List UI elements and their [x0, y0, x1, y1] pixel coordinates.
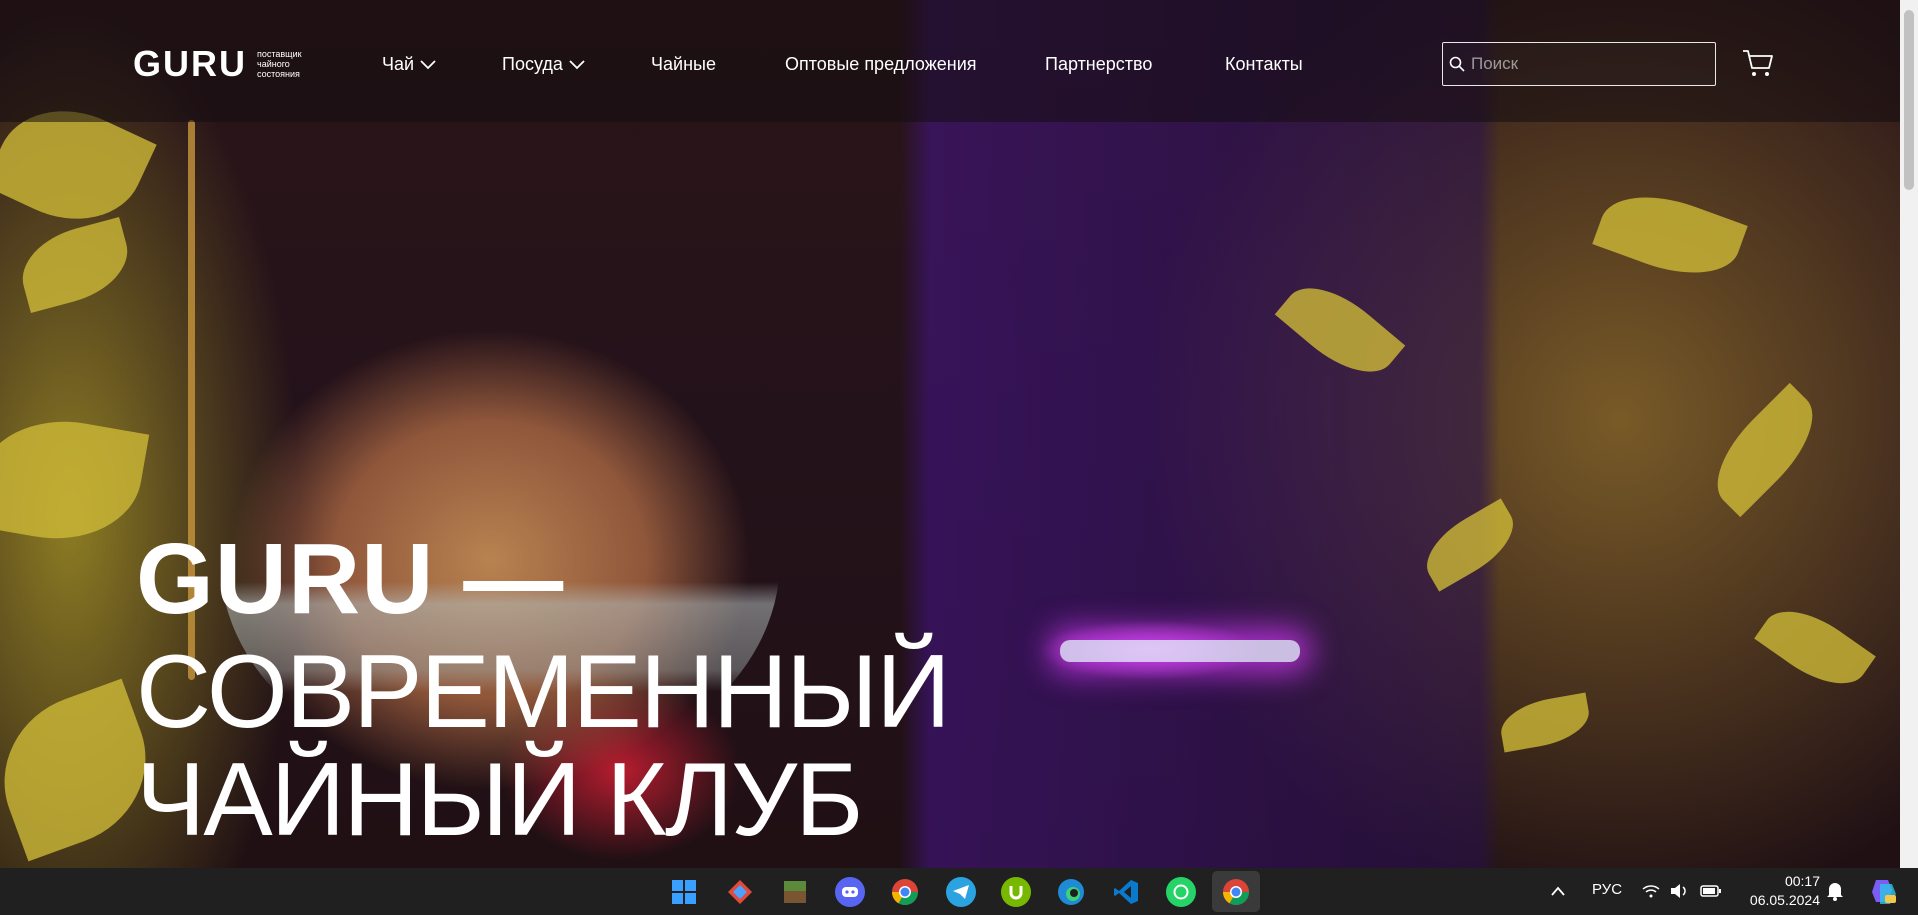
nav-item-dishes[interactable]: Посуда — [502, 52, 585, 76]
git-tool-icon[interactable] — [725, 877, 755, 907]
site-header: GURU поставщик чайного состояния Чай Пос… — [0, 0, 1900, 122]
hero-title-line2: СОВРЕМЕННЫЙ — [136, 634, 951, 750]
notification-bell-icon[interactable] — [1826, 881, 1844, 901]
whatsapp-icon[interactable] — [1166, 877, 1196, 907]
battery-icon[interactable] — [1700, 883, 1722, 899]
nav-item-partnership[interactable]: Партнерство — [1045, 52, 1152, 76]
utorrent-icon[interactable] — [1001, 877, 1031, 907]
clock-time: 00:17 — [1784, 873, 1820, 889]
page-scrollbar[interactable] — [1900, 0, 1918, 868]
hero-leaf — [1592, 178, 1748, 292]
windows-start-icon[interactable] — [669, 877, 699, 907]
discord-icon[interactable] — [835, 877, 865, 907]
clock-date: 06.05.2024 — [1749, 892, 1820, 908]
hero-neon-light — [1060, 640, 1300, 662]
chevron-down-icon — [569, 60, 585, 70]
telegram-icon[interactable] — [946, 877, 976, 907]
copilot-icon[interactable] — [1868, 876, 1898, 906]
cart-icon[interactable] — [1742, 48, 1774, 78]
edge-icon[interactable] — [1056, 877, 1086, 907]
scrollbar-thumb[interactable] — [1904, 10, 1914, 190]
nav-label: Партнерство — [1045, 54, 1153, 74]
language-indicator[interactable]: РУС — [1592, 881, 1622, 898]
chrome-icon[interactable] — [890, 877, 920, 907]
nav-label: Оптовые предложения — [785, 54, 977, 74]
nav-label: Чайные — [651, 54, 716, 74]
hero-title-line3: ЧАЙНЫЙ КЛУБ — [136, 742, 863, 858]
nav-item-tea[interactable]: Чай — [382, 52, 436, 76]
hero-leaf — [1754, 593, 1876, 702]
search-input[interactable] — [1469, 53, 1703, 75]
hero-leaf — [0, 407, 150, 553]
search-icon — [1449, 56, 1465, 72]
hero-title-bold: GURU — — [136, 523, 565, 635]
minecraft-icon[interactable] — [780, 877, 810, 907]
chevron-up-icon[interactable] — [1550, 885, 1566, 897]
system-clock[interactable]: 00:17 06.05.2024 — [1740, 872, 1820, 910]
hero-leaf — [12, 216, 138, 314]
nav-label: Контакты — [1225, 54, 1303, 74]
hero-leaf — [1496, 692, 1594, 753]
nav-label: Посуда — [502, 54, 563, 74]
site-logo[interactable]: GURU поставщик чайного состояния — [133, 46, 317, 82]
hero-leaf — [1697, 382, 1833, 518]
nav-item-contacts[interactable]: Контакты — [1225, 52, 1303, 76]
nav-item-wholesale[interactable]: Оптовые предложения — [785, 52, 977, 76]
chevron-down-icon — [420, 60, 436, 70]
chrome-active-icon[interactable] — [1221, 877, 1251, 907]
nav-label: Чай — [382, 54, 415, 74]
hero-leaf — [1414, 498, 1526, 592]
logo-wordmark: GURU — [133, 43, 247, 84]
search-box[interactable] — [1442, 42, 1716, 86]
vscode-icon[interactable] — [1111, 877, 1141, 907]
windows-taskbar: РУС 00:17 06.05.2024 — [0, 868, 1918, 915]
wifi-icon[interactable] — [1642, 883, 1660, 899]
volume-icon[interactable] — [1670, 882, 1690, 900]
hero-leaf — [1274, 268, 1406, 392]
hero-headline: GURU — СОВРЕМЕННЫЙ ЧАЙНЫЙ КЛУБ — [136, 520, 951, 858]
nav-item-teahouses[interactable]: Чайные — [651, 52, 716, 76]
logo-tagline: поставщик чайного состояния — [257, 49, 302, 79]
